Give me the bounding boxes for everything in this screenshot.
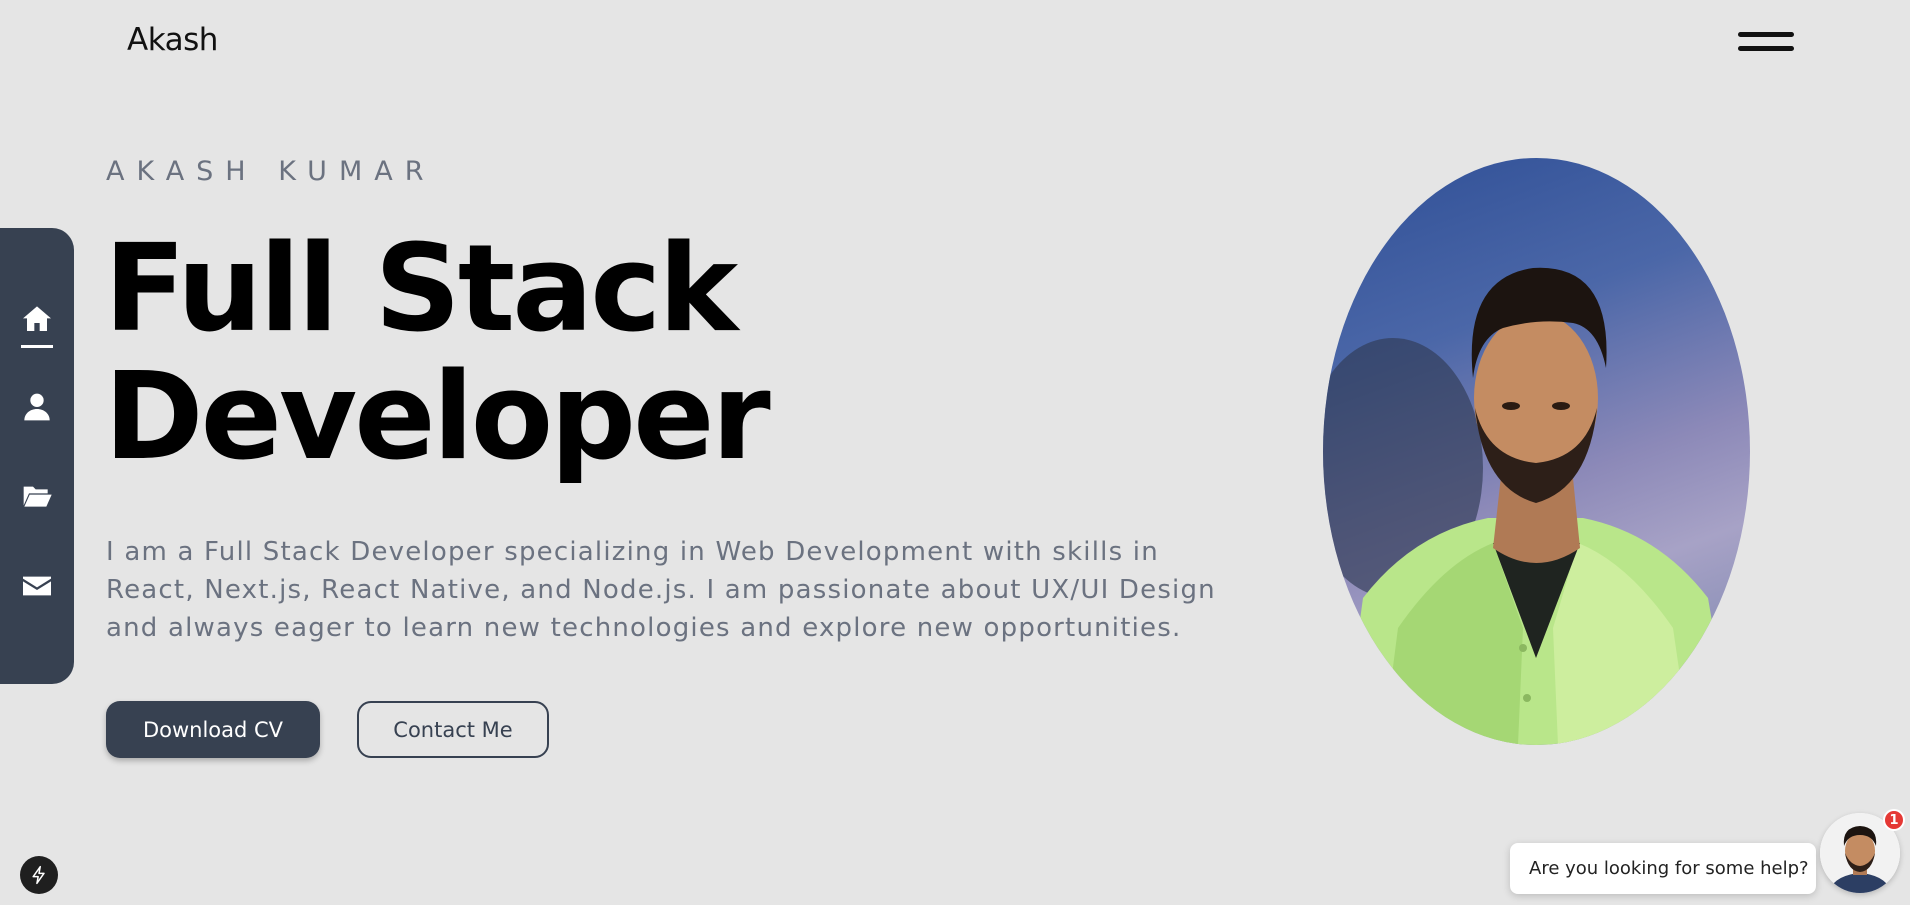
hero-title: Full Stack Developer — [104, 226, 1104, 482]
nav-projects[interactable] — [18, 480, 56, 526]
hero-title-line1: Full Stack — [104, 220, 738, 359]
bolt-icon — [32, 865, 45, 885]
nav-contact[interactable] — [18, 570, 56, 616]
portfolio-page: Akash AKASH KUMAR Full Stack Developer I… — [0, 0, 1910, 905]
profile-photo — [1323, 158, 1750, 745]
folder-icon — [23, 486, 52, 507]
download-cv-button[interactable]: Download CV — [106, 701, 320, 758]
nav-home[interactable] — [18, 303, 56, 349]
hamburger-line — [1738, 46, 1794, 51]
nav-about[interactable] — [18, 391, 56, 437]
hero-description: I am a Full Stack Developer specializing… — [106, 537, 1216, 643]
hamburger-menu-icon[interactable] — [1738, 30, 1794, 56]
chat-message: Are you looking for some help? — [1529, 858, 1809, 879]
hamburger-line — [1738, 32, 1794, 37]
profile-photo-illustration — [1323, 267, 1733, 745]
hero-kicker: AKASH KUMAR — [106, 156, 436, 187]
chat-bubble[interactable]: Are you looking for some help? — [1510, 843, 1816, 894]
home-icon — [23, 306, 51, 331]
user-icon — [24, 393, 50, 421]
bolt-badge[interactable] — [20, 856, 58, 894]
contact-me-button[interactable]: Contact Me — [357, 701, 549, 758]
hero-title-line2: Developer — [104, 348, 771, 487]
notification-badge: 1 — [1883, 809, 1905, 831]
side-navigation — [0, 228, 74, 684]
mail-icon — [23, 576, 51, 596]
site-logo[interactable]: Akash — [127, 22, 218, 58]
